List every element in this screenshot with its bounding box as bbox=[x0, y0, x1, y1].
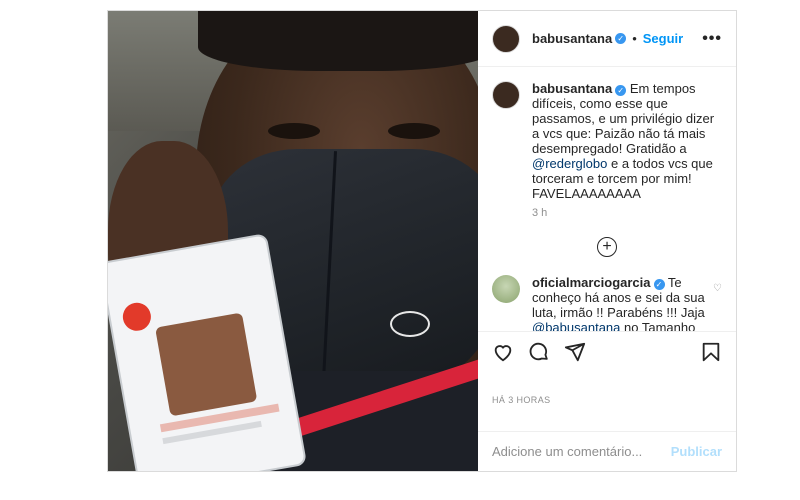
post-sidebar: babusantana ✓ • Seguir ••• babusantana ✓ … bbox=[478, 11, 736, 471]
comment-item: oficialmarciogarcia ✓ Te conheço há anos … bbox=[492, 275, 722, 331]
caption-mention[interactable]: @rederglobo bbox=[532, 156, 607, 171]
author-avatar[interactable] bbox=[492, 24, 520, 53]
load-more-comments: + bbox=[492, 237, 722, 257]
verified-badge-icon: ✓ bbox=[653, 279, 665, 290]
comment-like-icon[interactable]: ♡ bbox=[713, 283, 722, 331]
instagram-post: babusantana ✓ • Seguir ••• babusantana ✓ … bbox=[107, 10, 737, 472]
post-header: babusantana ✓ • Seguir ••• bbox=[478, 11, 736, 67]
mask-logo bbox=[390, 311, 430, 337]
caption: babusantana ✓ Em tempos difíceis, como es… bbox=[492, 81, 722, 201]
comment-mention[interactable]: @babusantana bbox=[532, 320, 620, 331]
caption-username[interactable]: babusantana bbox=[532, 81, 612, 96]
follow-button[interactable]: Seguir bbox=[643, 31, 683, 46]
verified-badge-icon: ✓ bbox=[615, 33, 627, 44]
heart-icon[interactable] bbox=[492, 341, 514, 363]
publish-button[interactable]: Publicar bbox=[671, 444, 722, 459]
comments-section[interactable]: babusantana ✓ Em tempos difíceis, como es… bbox=[478, 67, 736, 331]
post-photo[interactable] bbox=[108, 11, 478, 471]
caption-time: 3 h bbox=[532, 207, 548, 219]
caption-text: babusantana ✓ Em tempos difíceis, como es… bbox=[532, 81, 722, 201]
comment-icon[interactable] bbox=[528, 341, 550, 363]
add-comment-bar: Publicar bbox=[478, 431, 736, 471]
more-icon[interactable]: ••• bbox=[702, 30, 722, 48]
photo-hair bbox=[198, 11, 478, 71]
globo-logo-icon bbox=[120, 300, 154, 333]
caption-avatar[interactable] bbox=[492, 81, 520, 109]
comment-text: oficialmarciogarcia ✓ Te conheço há anos … bbox=[532, 275, 709, 331]
badge-photo bbox=[155, 312, 258, 417]
photo-eye-left bbox=[268, 123, 320, 139]
photo-eye-right bbox=[388, 123, 440, 139]
bookmark-icon[interactable] bbox=[700, 341, 722, 363]
paper-plane-icon[interactable] bbox=[564, 341, 586, 363]
commenter-username[interactable]: oficialmarciogarcia bbox=[532, 275, 651, 290]
posted-time: HÁ 3 HORAS bbox=[492, 395, 551, 405]
commenter-avatar[interactable] bbox=[492, 275, 520, 303]
plus-circle-icon[interactable]: + bbox=[597, 237, 617, 257]
verified-badge-icon: ✓ bbox=[615, 85, 627, 96]
comment-input[interactable] bbox=[492, 444, 671, 459]
author-username[interactable]: babusantana bbox=[532, 31, 612, 46]
post-actions bbox=[478, 331, 736, 371]
header-separator: • bbox=[632, 31, 637, 46]
